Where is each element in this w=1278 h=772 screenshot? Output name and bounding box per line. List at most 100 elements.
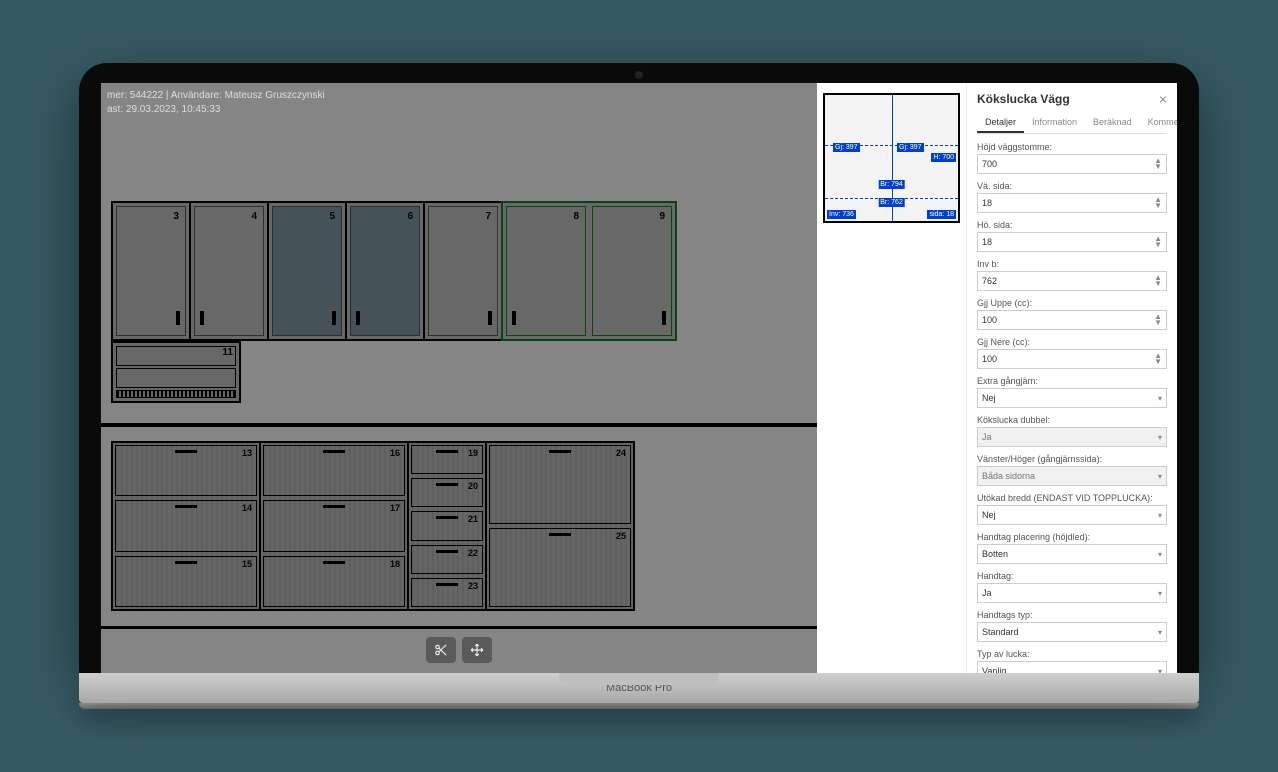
select-input[interactable]: Nej▾: [977, 388, 1167, 408]
field-label: Vä. sida:: [977, 181, 1167, 191]
number-input[interactable]: 18▲▼: [977, 232, 1167, 252]
field-value: Vanlig: [982, 666, 1006, 673]
field-value: Nej: [982, 393, 996, 403]
design-canvas[interactable]: 3456789 11 13141516171819202122232425 me…: [101, 83, 817, 673]
laptop-base: [79, 703, 1199, 709]
field-label: Vänster/Höger (gångjärnssida):: [977, 454, 1167, 464]
unit-number: 18: [390, 559, 400, 569]
chevron-down-icon: ▾: [1158, 472, 1162, 481]
panel-title: Kökslucka Vägg: [977, 92, 1070, 106]
field-value: Botten: [982, 549, 1008, 559]
header-meta: mer: 544222 | Användare: Mateusz Gruszcz…: [107, 89, 325, 117]
select-input: Båda sidorna ▾: [977, 466, 1167, 486]
dim-label: Inv: 736: [827, 210, 856, 219]
unit-number: 6: [407, 211, 413, 222]
tab-beräknad[interactable]: Beräknad: [1085, 113, 1140, 133]
select-input: Ja ▾: [977, 427, 1167, 447]
number-input[interactable]: 100 ▲▼: [977, 349, 1167, 369]
field-value: Nej: [982, 510, 996, 520]
dim-label: sida: 18: [927, 210, 956, 219]
chevron-down-icon: ▾: [1158, 550, 1162, 559]
unit-number: 20: [468, 481, 478, 491]
field-label: Utökad bredd (ENDAST VID TOPPLUCKA):: [977, 493, 1167, 503]
unit-number: 3: [173, 211, 179, 222]
field-value: Båda sidorna: [982, 471, 1035, 481]
lower-cabinet[interactable]: 13 14 15: [111, 441, 261, 611]
upper-cabinet-selected[interactable]: 89: [501, 201, 677, 341]
unit-number: 23: [468, 581, 478, 591]
unit-number: 16: [390, 448, 400, 458]
number-input[interactable]: 18▲▼: [977, 193, 1167, 213]
unit-number: 11: [222, 347, 233, 358]
unit-number: 25: [616, 531, 626, 541]
dim-label: Gj: 397: [833, 143, 860, 152]
field-value: Ja: [982, 432, 992, 442]
field-label: Handtag:: [977, 571, 1167, 581]
field-value: 762: [982, 276, 997, 286]
chevron-down-icon: ▾: [1158, 628, 1162, 637]
tab-detaljer[interactable]: Detaljer: [977, 113, 1024, 133]
lower-cabinet[interactable]: 16 17 18: [259, 441, 409, 611]
camera-dot: [635, 71, 643, 79]
field-value: 100: [982, 354, 997, 364]
upper-cabinet[interactable]: 3: [111, 201, 191, 341]
field-label: Extra gångjärn:: [977, 376, 1167, 386]
field-label: Handtags typ:: [977, 610, 1167, 620]
upper-cabinet[interactable]: 7: [423, 201, 503, 341]
spinner-icon: ▲▼: [1154, 158, 1162, 169]
unit-number: 22: [468, 548, 478, 558]
select-input[interactable]: Standard▾: [977, 622, 1167, 642]
tab-kommentar[interactable]: Kommentar: [1140, 113, 1177, 133]
field-label: Höjd väggstomme:: [977, 142, 1167, 152]
field-value: 18: [982, 237, 992, 247]
laptop-hinge: MacBook Pro: [79, 673, 1199, 703]
field-label: Inv b:: [977, 259, 1167, 269]
unit-number: 21: [468, 514, 478, 524]
unit-number: 9: [659, 211, 665, 222]
upper-cabinet[interactable]: 4: [189, 201, 269, 341]
chevron-down-icon: ▾: [1158, 433, 1162, 442]
select-input[interactable]: Botten ▾: [977, 544, 1167, 564]
unit-number: 13: [242, 448, 252, 458]
spinner-icon: ▲▼: [1154, 275, 1162, 286]
move-button[interactable]: [462, 637, 492, 663]
field-label: Hö. sida:: [977, 220, 1167, 230]
lower-cabinet[interactable]: 1920212223: [407, 441, 487, 611]
close-icon[interactable]: ×: [1159, 91, 1167, 107]
unit-number: 15: [242, 559, 252, 569]
shelf-unit[interactable]: 11: [111, 341, 241, 403]
properties-panel: Gj: 397 Gj: 397 H: 700 Br: 794 Br: 762 I…: [817, 83, 1177, 673]
countertop: [101, 423, 817, 427]
lower-cabinet[interactable]: 24 25: [485, 441, 635, 611]
tab-information[interactable]: Information: [1024, 113, 1085, 133]
select-input[interactable]: Nej ▾: [977, 505, 1167, 525]
field-label: Gjj Uppe (cc):: [977, 298, 1167, 308]
upper-cabinet[interactable]: 6: [345, 201, 425, 341]
number-input[interactable]: 762 ▲▼: [977, 271, 1167, 291]
field-label: Typ av lucka:: [977, 649, 1167, 659]
unit-number: 14: [242, 503, 252, 513]
dim-label: Br: 794: [878, 180, 905, 189]
unit-number: 8: [573, 211, 579, 222]
unit-number: 7: [485, 211, 491, 222]
app-screen: 3456789 11 13141516171819202122232425 me…: [101, 83, 1177, 673]
dim-label: H: 700: [931, 153, 956, 162]
dim-label: Gj: 397: [897, 143, 924, 152]
floor-line: [101, 626, 817, 629]
chevron-down-icon: ▾: [1158, 589, 1162, 598]
unit-number: 24: [616, 448, 626, 458]
unit-number: 4: [251, 211, 257, 222]
upper-cabinet[interactable]: 5: [267, 201, 347, 341]
select-input[interactable]: Ja▾: [977, 583, 1167, 603]
unit-number: 17: [390, 503, 400, 513]
field-label: Handtag placering (höjdled):: [977, 532, 1167, 542]
number-input[interactable]: 700▲▼: [977, 154, 1167, 174]
dim-label: Br: 762: [878, 198, 905, 207]
field-label: Gjj Nere (cc):: [977, 337, 1167, 347]
chevron-down-icon: ▾: [1158, 511, 1162, 520]
number-input[interactable]: 100▲▼: [977, 310, 1167, 330]
field-value: 100: [982, 315, 997, 325]
cut-button[interactable]: [426, 637, 456, 663]
select-input[interactable]: Vanlig▾: [977, 661, 1167, 673]
spinner-icon: ▲▼: [1154, 353, 1162, 364]
